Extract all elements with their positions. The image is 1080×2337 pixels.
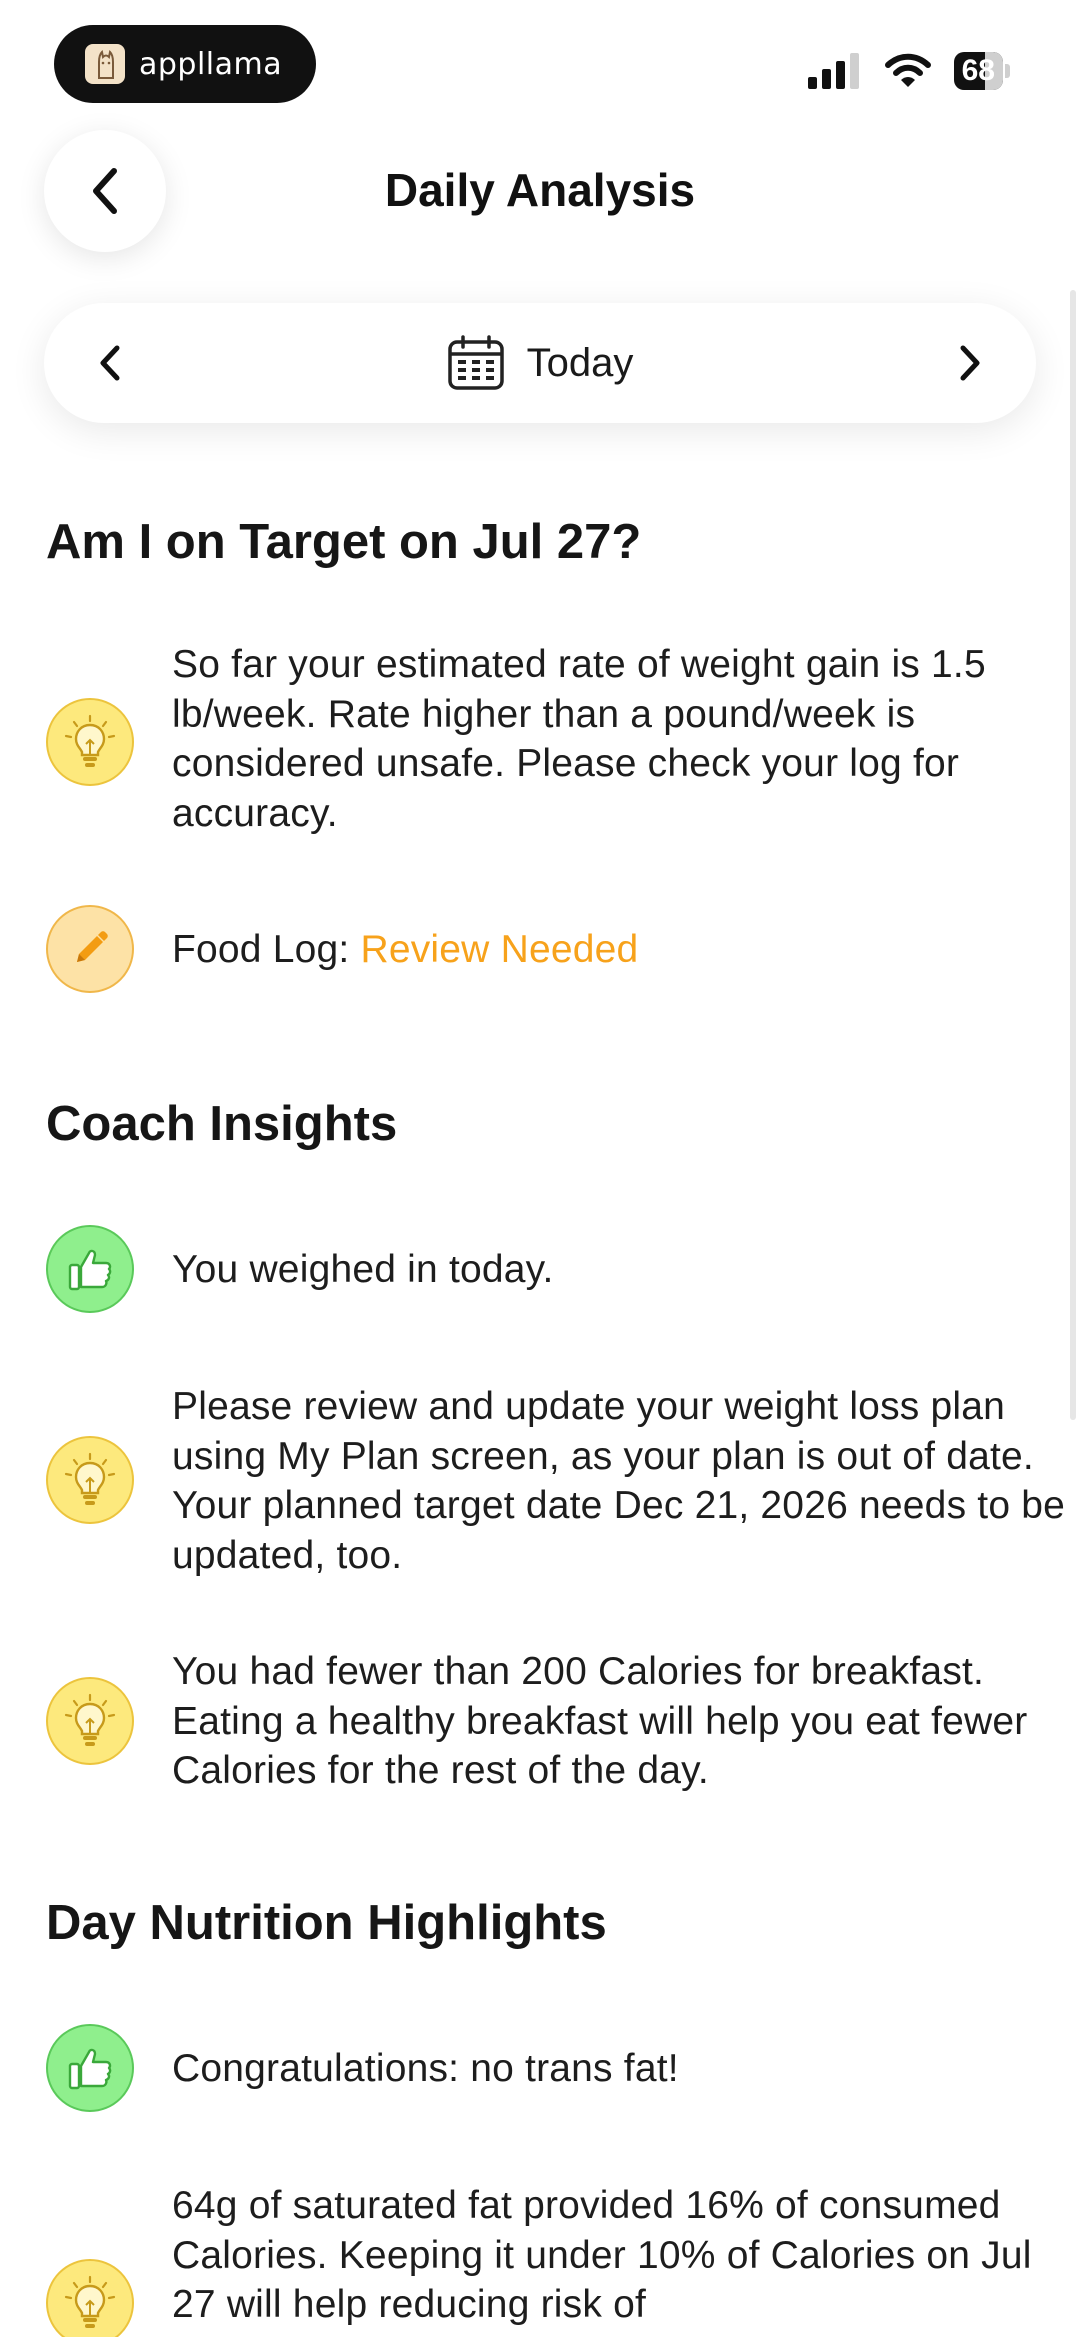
thumbs-up-icon [46, 2024, 134, 2112]
status-bar: appllama 68 [0, 0, 1080, 120]
thumbs-up-icon [46, 1225, 134, 1313]
insight-text: You had fewer than 200 Calories for brea… [172, 1650, 1028, 1792]
coach-insight-item: You had fewer than 200 Calories for brea… [46, 1647, 1046, 1797]
chevron-right-icon [960, 345, 980, 381]
next-day-button[interactable] [946, 339, 994, 387]
battery-level: 68 [961, 54, 995, 87]
insight-text: You weighed in today. [172, 1248, 554, 1291]
app-name: appllama [139, 46, 283, 82]
coach-insight-item: You weighed in today. [46, 1225, 1046, 1315]
food-log-label: Food Log: [172, 928, 361, 971]
lightbulb-icon [46, 698, 134, 786]
pencil-icon [46, 905, 134, 993]
wifi-icon [884, 53, 931, 87]
date-selector[interactable]: Today [44, 331, 1036, 395]
coach-insight-item: Please review and update your weight los… [46, 1382, 1065, 1582]
calendar-icon [447, 335, 504, 390]
date-navigator: Today [44, 303, 1036, 423]
insight-text: Please review and update your weight los… [172, 1385, 1066, 1577]
coach-section-title: Coach Insights [46, 1097, 398, 1151]
target-section-title: Am I on Target on Jul 27? [46, 515, 642, 569]
status-icons: 68 [807, 52, 1010, 90]
nutrition-item: 64g of saturated fat provided 16% of con… [46, 2181, 1046, 2337]
target-insight-item: So far your estimated rate of weight gai… [46, 640, 1046, 840]
lightbulb-icon [46, 1677, 134, 1765]
food-log-status[interactable]: Review Needed [360, 928, 638, 971]
food-log-item[interactable]: Food Log: Review Needed [46, 905, 1046, 995]
nutrition-item: Congratulations: no trans fat! [46, 2024, 1046, 2114]
date-label: Today [526, 340, 634, 385]
nutrition-text: Congratulations: no trans fat! [172, 2047, 679, 2090]
app-pill[interactable]: appllama [54, 25, 316, 103]
food-log-text: Food Log: Review Needed [172, 925, 1080, 975]
battery-icon: 68 [953, 52, 1010, 90]
lightbulb-icon [46, 2259, 134, 2337]
page-title: Daily Analysis [384, 164, 696, 216]
lightbulb-icon [46, 1436, 134, 1524]
nutrition-text: 64g of saturated fat provided 16% of con… [172, 2184, 1032, 2326]
signal-icon [807, 53, 859, 89]
llama-logo-icon [85, 44, 125, 84]
insight-text: So far your estimated rate of weight gai… [172, 643, 986, 835]
nutrition-section-title: Day Nutrition Highlights [46, 1896, 607, 1950]
